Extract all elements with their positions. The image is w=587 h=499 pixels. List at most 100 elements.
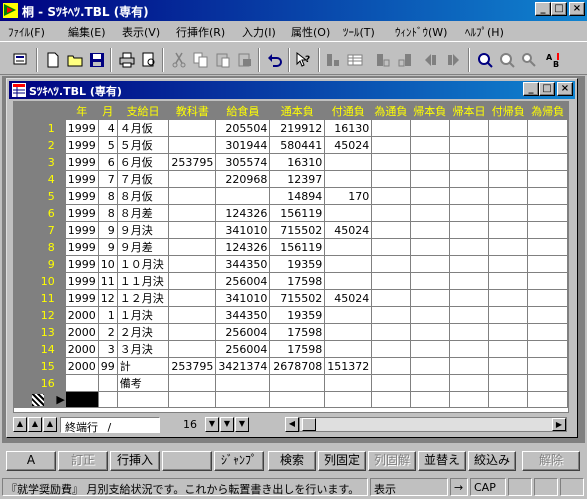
fkey-unfreeze-col[interactable]: 列固解 [368,451,416,471]
row-number[interactable]: 16 [14,374,66,392]
column-header[interactable]: 帰本負 [409,102,450,120]
grid-cell[interactable] [371,119,411,137]
grid-cell[interactable] [409,238,450,256]
row-number[interactable]: 7 [14,221,66,239]
grid-cell[interactable]: 1999 [64,187,99,205]
menu-tools[interactable]: ﾂｰﾙ(T) [343,24,375,40]
grid-cell[interactable] [448,323,490,341]
grid-cell[interactable] [371,221,411,239]
column-header[interactable]: 教科書 [168,102,217,120]
grid-cell[interactable]: 253795 [168,357,217,375]
minimize-button[interactable]: _ [535,2,551,16]
grid-cell[interactable] [409,272,450,290]
row-number[interactable]: 3 [14,153,66,171]
grid-cell[interactable] [409,357,450,375]
record-prev-icon[interactable] [420,49,442,71]
grid-cell[interactable]: 2678708 [269,357,326,375]
grid-cell[interactable] [371,255,411,273]
grid-cell[interactable]: 8 [97,204,118,222]
grid-cell[interactable] [448,255,490,273]
grid-cell[interactable] [448,306,490,324]
grid-cell[interactable]: 12 [97,289,118,307]
grid-cell[interactable]: １０月決 [116,255,170,273]
last-page-icon[interactable]: ▼ [235,417,249,432]
table-row[interactable]: 14 2000 3 ３月決 256004 17598 [14,340,568,358]
grid-cell[interactable] [371,238,411,256]
grid-cell[interactable] [488,255,529,273]
grid-cell[interactable] [371,170,411,188]
column-header[interactable]: 付通負 [324,102,373,120]
grid-cell[interactable] [409,153,450,171]
grid-cell[interactable] [168,238,217,256]
grid-cell[interactable] [448,136,490,154]
grid-cell[interactable]: 1999 [64,221,99,239]
table-icon[interactable] [12,83,26,97]
grid-cell[interactable] [324,374,373,392]
maximize-button[interactable]: □ [551,2,567,16]
column-header[interactable]: 付帰負 [488,102,529,120]
fkey-insert-row[interactable]: 行挿入 [110,451,160,471]
grid-cell[interactable]: 計 [116,357,170,375]
grid-cell[interactable] [488,170,529,188]
grid-cell[interactable] [448,170,490,188]
grid-cell[interactable] [488,204,529,222]
grid-cell[interactable]: 156119 [269,238,326,256]
grid-cell[interactable]: １月決 [116,306,170,324]
fkey-jump[interactable]: ｼﾞｬﾝﾌﾟ [214,451,264,471]
grid-cell[interactable] [168,306,217,324]
grid-cell[interactable] [168,255,217,273]
search-next-icon[interactable] [496,49,518,71]
grid-cell[interactable] [168,221,217,239]
grid-cell[interactable] [527,153,568,171]
grid-cell[interactable] [448,289,490,307]
grid-cell[interactable] [168,374,217,392]
grid-cell[interactable]: １２月決 [116,289,170,307]
table-row[interactable]: 15 2000 99 計 253795 3421374 2678708 151372 [14,357,568,375]
grid-cell[interactable] [116,391,170,408]
grid-cell[interactable]: 253795 [168,153,217,171]
grid-cell[interactable] [527,391,568,408]
row-number[interactable]: 2 [14,136,66,154]
row-number[interactable]: 8 [14,238,66,256]
scroll-right-icon[interactable]: ▶ [552,418,566,431]
grid-cell[interactable] [64,374,99,392]
grid-cell[interactable]: ６月仮 [116,153,170,171]
next-page-icon[interactable]: ▼ [220,417,234,432]
open-folder-icon[interactable] [64,49,86,71]
grid-cell[interactable]: ４月仮 [116,119,170,137]
row-number[interactable]: 9 [14,255,66,273]
grid-cell[interactable]: 16130 [324,119,373,137]
grid-cell[interactable]: 301944 [215,136,271,154]
grid-cell[interactable] [488,119,529,137]
child-maximize-button[interactable]: □ [539,82,555,96]
grid-cell[interactable] [168,340,217,358]
grid-cell[interactable] [371,391,411,408]
grid-cell[interactable] [324,391,373,408]
grid-cell[interactable] [168,272,217,290]
grid-cell[interactable]: 19359 [269,255,326,273]
grid-cell[interactable] [488,187,529,205]
grid-cell[interactable]: ５月仮 [116,136,170,154]
grid-cell[interactable]: 256004 [215,272,271,290]
grid-cell[interactable]: 10 [97,255,118,273]
child-minimize-button[interactable]: _ [523,82,539,96]
grid-cell[interactable] [409,170,450,188]
menu-row[interactable]: 行挿作(R) [176,24,225,40]
grid-cell[interactable] [527,323,568,341]
grid-cell[interactable] [488,340,529,358]
grid-cell[interactable]: 205504 [215,119,271,137]
table-row[interactable]: 4 1999 7 ７月仮 220968 12397 [14,170,568,188]
row-number[interactable]: 14 [14,340,66,358]
close-button[interactable]: × [569,2,585,16]
grid-cell[interactable] [527,187,568,205]
grid-cell[interactable] [324,238,373,256]
grid-cell[interactable] [371,187,411,205]
grid-cell[interactable] [409,391,450,408]
table-row[interactable]: 8 1999 9 ９月差 124326 156119 [14,238,568,256]
menu-help[interactable]: ﾍﾙﾌﾟ(H) [465,24,504,40]
grid-cell[interactable]: ８月仮 [116,187,170,205]
grid-cell[interactable]: 9 [97,238,118,256]
grid-cell[interactable] [488,289,529,307]
grid-cell[interactable] [409,306,450,324]
print-icon[interactable] [116,49,138,71]
